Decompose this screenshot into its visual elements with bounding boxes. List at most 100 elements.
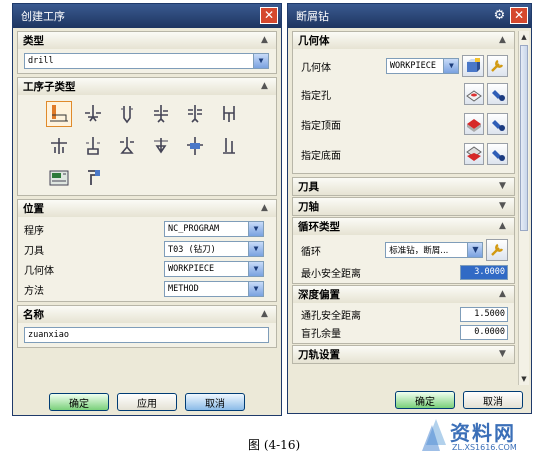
watermark-logo: 资料网 ZL.XS1616.COM: [418, 415, 553, 455]
select-hole-icon[interactable]: [463, 83, 485, 105]
section-title: 位置: [23, 203, 44, 215]
ok-button[interactable]: 确定: [395, 391, 455, 409]
apply-button[interactable]: 应用: [117, 393, 177, 411]
type-value: drill: [28, 56, 54, 66]
subtype-section-header[interactable]: 工序子类型 ▲: [18, 78, 276, 95]
clearance-label: 最小安全距离: [301, 268, 361, 280]
dialog-buttons: 确定 应用 取消: [13, 393, 281, 411]
blind-hole-input[interactable]: 0.0000: [460, 324, 508, 340]
chevron-down-icon[interactable]: ▼: [248, 262, 263, 276]
depth-offset-section: 深度偏置 ▲ 通孔安全距离 1.5000 盲孔余量 0.0000: [292, 285, 515, 344]
method-value: METHOD: [168, 284, 199, 294]
chevron-down-icon[interactable]: ▼: [248, 222, 263, 236]
chevron-up-icon[interactable]: ▲: [259, 203, 270, 214]
dialog-buttons: 确定 取消: [288, 391, 531, 409]
cycle-section-header[interactable]: 循环类型 ▲: [293, 218, 514, 235]
figure-caption: 图 (4-16): [248, 438, 301, 452]
chevron-down-icon[interactable]: ▼: [443, 59, 459, 73]
cycle-dropdown[interactable]: 标准钻，断屑... ▼: [385, 242, 484, 258]
geometry-section-header[interactable]: 几何体 ▲: [293, 32, 514, 49]
section-title: 刀轴: [298, 201, 319, 213]
counterboring-icon[interactable]: [80, 133, 106, 159]
scroll-down-icon[interactable]: ▼: [519, 373, 529, 385]
countersinking-icon[interactable]: [114, 133, 140, 159]
tool-axis-section-header[interactable]: 刀轴 ▼: [293, 198, 514, 215]
program-value: NC_PROGRAM: [168, 224, 220, 234]
toolpath-settings-section-header[interactable]: 刀轨设置 ▼: [293, 346, 514, 363]
spot-drilling-icon[interactable]: [80, 101, 106, 127]
cycle-label: 循环: [301, 246, 321, 258]
spot-facing-icon[interactable]: [46, 101, 72, 127]
watermark-url: ZL.XS1616.COM: [452, 443, 517, 452]
vertical-scrollbar[interactable]: ▲ ▼: [518, 31, 529, 385]
section-title: 刀轨设置: [298, 349, 340, 361]
name-section-header[interactable]: 名称 ▲: [18, 306, 276, 323]
hole-milling-icon[interactable]: [216, 133, 242, 159]
display-flashlight-icon[interactable]: [487, 113, 508, 135]
clearance-input[interactable]: 3.0000: [460, 264, 508, 280]
cancel-button[interactable]: 取消: [463, 391, 523, 409]
program-label: 程序: [24, 225, 44, 237]
hole-label: 指定孔: [301, 90, 331, 102]
gear-icon[interactable]: ⚙: [492, 8, 507, 23]
breakchip-drill-dialog: 断屑钻 ⚙ ✕ ▲ ▼ 几何体 ▲ 几何体 WORKPIECE ▼ 指定孔 指定…: [287, 3, 532, 414]
chevron-down-icon[interactable]: ▼: [248, 242, 263, 256]
through-hole-input[interactable]: 1.5000: [460, 306, 508, 322]
display-flashlight-icon[interactable]: [487, 143, 508, 165]
cycle-drilling-icon[interactable]: [46, 165, 72, 191]
tapping-icon[interactable]: [182, 133, 208, 159]
chevron-down-icon[interactable]: ▼: [248, 282, 263, 296]
chevron-down-icon[interactable]: ▼: [497, 201, 508, 212]
geometry-dropdown[interactable]: WORKPIECE ▼: [385, 58, 460, 74]
ok-button[interactable]: 确定: [49, 393, 109, 411]
cancel-button[interactable]: 取消: [185, 393, 245, 411]
drilling-icon[interactable]: [114, 101, 140, 127]
scroll-up-icon[interactable]: ▲: [519, 31, 529, 43]
tool-section: 刀具 ▼: [292, 177, 515, 196]
location-section-header[interactable]: 位置 ▲: [18, 200, 276, 217]
chevron-up-icon[interactable]: ▲: [259, 35, 270, 46]
chevron-down-icon[interactable]: ▼: [497, 349, 508, 360]
chevron-down-icon[interactable]: ▼: [467, 243, 483, 257]
select-top-face-icon[interactable]: [463, 113, 485, 135]
display-flashlight-icon[interactable]: [487, 83, 508, 105]
blind-hole-label: 盲孔余量: [301, 328, 341, 340]
chevron-up-icon[interactable]: ▲: [497, 221, 508, 232]
close-icon[interactable]: ✕: [260, 7, 278, 24]
thread-milling-icon[interactable]: [80, 165, 106, 191]
chevron-down-icon[interactable]: ▼: [253, 54, 268, 68]
type-dropdown[interactable]: drill ▼: [24, 53, 269, 69]
select-bottom-face-icon[interactable]: [463, 143, 485, 165]
close-icon[interactable]: ✕: [510, 7, 528, 24]
reaming-icon[interactable]: [46, 133, 72, 159]
geometry-dropdown[interactable]: WORKPIECE ▼: [164, 261, 264, 277]
tool-dropdown[interactable]: T03 (钻刀) ▼: [164, 241, 264, 257]
dialog-titlebar: 创建工序 ✕: [13, 4, 281, 28]
geometry-row: 几何体 WORKPIECE ▼: [301, 53, 508, 79]
location-section: 位置 ▲ 程序 NC_PROGRAM ▼ 刀具 T03 (钻刀) ▼ 几何体 WOR…: [17, 199, 277, 302]
chevron-up-icon[interactable]: ▲: [259, 81, 270, 92]
tool-section-header[interactable]: 刀具 ▼: [293, 178, 514, 195]
scroll-thumb[interactable]: [520, 45, 528, 231]
edit-wrench-icon[interactable]: [486, 239, 508, 261]
boring-icon[interactable]: [216, 101, 242, 127]
chevron-up-icon[interactable]: ▲: [259, 309, 270, 320]
program-dropdown[interactable]: NC_PROGRAM ▼: [164, 221, 264, 237]
peck-drilling-icon[interactable]: [148, 101, 174, 127]
edit-wrench-icon[interactable]: [486, 55, 508, 77]
section-title: 类型: [23, 35, 44, 47]
top-label: 指定顶面: [301, 120, 341, 132]
depth-offset-section-header[interactable]: 深度偏置 ▲: [293, 286, 514, 303]
type-section-header[interactable]: 类型 ▲: [18, 32, 276, 49]
blind-hole-row: 盲孔余量 0.0000: [301, 323, 508, 341]
top-row: 指定顶面: [301, 109, 508, 139]
breakchip-drilling-icon[interactable]: [182, 101, 208, 127]
subtype-section: 工序子类型 ▲: [17, 77, 277, 196]
chevron-up-icon[interactable]: ▲: [497, 289, 508, 300]
method-dropdown[interactable]: METHOD ▼: [164, 281, 264, 297]
back-countersinking-icon[interactable]: [148, 133, 174, 159]
chevron-down-icon[interactable]: ▼: [497, 181, 508, 192]
chevron-up-icon[interactable]: ▲: [497, 35, 508, 46]
name-input[interactable]: zuanxiao: [24, 327, 269, 343]
new-geometry-icon[interactable]: [462, 55, 484, 77]
